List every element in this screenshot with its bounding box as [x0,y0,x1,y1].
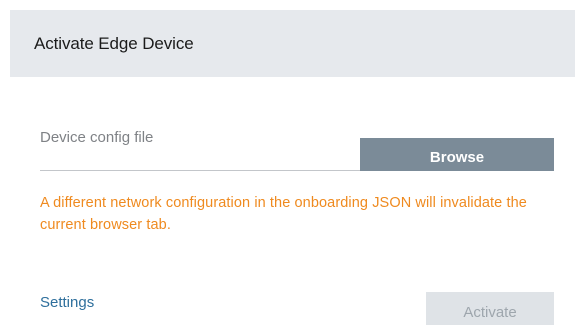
settings-link[interactable]: Settings [40,294,94,311]
browse-button[interactable]: Browse [360,138,554,171]
dialog-header: Activate Edge Device [10,10,575,77]
device-config-file-label: Device config file [40,129,154,146]
device-config-file-field[interactable] [40,170,360,171]
activate-button[interactable]: Activate [426,292,554,325]
network-config-warning: A different network configuration in the… [40,195,527,233]
dialog-title: Activate Edge Device [34,34,194,53]
